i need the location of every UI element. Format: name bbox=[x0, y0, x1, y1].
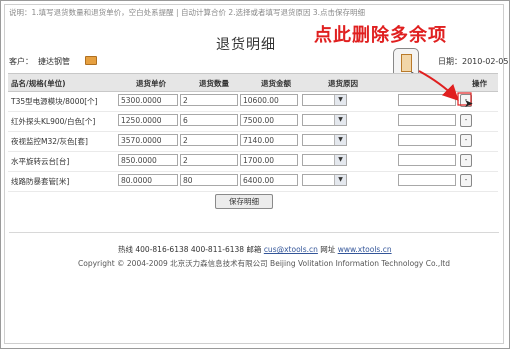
email-link[interactable]: cus@xtools.cn bbox=[264, 245, 318, 254]
annotation-arrow bbox=[418, 70, 472, 106]
window-frame: 说明：1.填写退货数量和退货单价，空白处系提醒 | 自动计算合价 2.选择或者填… bbox=[0, 0, 510, 349]
web-label: 网址 bbox=[320, 245, 336, 254]
save-button[interactable]: 保存明细 bbox=[215, 194, 273, 209]
website-link[interactable]: www.xtools.cn bbox=[338, 245, 392, 254]
cursor-icon: ➤ bbox=[464, 97, 474, 110]
footer-contact: 热线 400-816-6138 400-811-6138 邮箱 cus@xtoo… bbox=[118, 244, 392, 255]
hotline-text: 热线 400-816-6138 400-811-6138 邮箱 bbox=[118, 245, 262, 254]
footer-divider bbox=[9, 232, 499, 233]
copyright-text: Copyright © 2004-2009 北京沃力森信息技术有限公司 Beij… bbox=[78, 259, 451, 268]
